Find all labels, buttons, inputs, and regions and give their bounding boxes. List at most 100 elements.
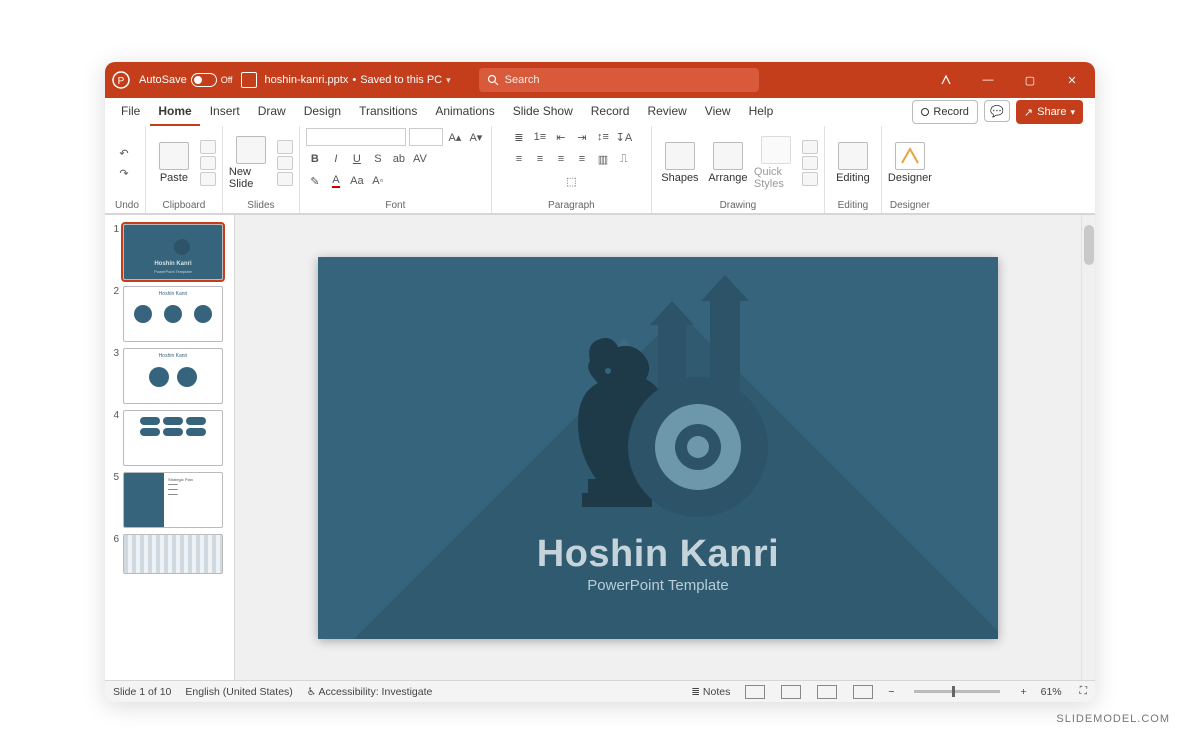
slide-thumbnail-5[interactable]: Strategic Plan━━━━━━━━━━━━ [123, 472, 223, 528]
decrease-font-button[interactable]: A▾ [467, 128, 485, 146]
tab-file[interactable]: File [113, 98, 148, 126]
search-input[interactable] [505, 74, 751, 86]
reset-button[interactable] [277, 156, 293, 170]
bullets-button[interactable]: ≣ [510, 128, 528, 146]
notes-button[interactable]: ≣ Notes [691, 686, 730, 698]
copy-button[interactable] [200, 156, 216, 170]
designer-button[interactable]: Designer [888, 142, 932, 184]
slide-thumbnail-3[interactable]: Hoshin Kanri [123, 348, 223, 404]
reading-view-button[interactable] [817, 685, 837, 699]
scrollbar-thumb[interactable] [1084, 225, 1094, 265]
slide-counter[interactable]: Slide 1 of 10 [113, 686, 171, 698]
tab-draw[interactable]: Draw [250, 98, 294, 126]
thumbnail-row[interactable]: 6 [105, 531, 234, 577]
share-button[interactable]: ↗Share▾ [1016, 100, 1083, 124]
search-box[interactable] [479, 68, 759, 92]
format-painter-button[interactable] [200, 172, 216, 186]
coming-soon-icon[interactable] [929, 62, 963, 98]
slide-canvas-area[interactable]: Hoshin Kanri PowerPoint Template [235, 215, 1081, 680]
shape-outline-button[interactable] [802, 156, 818, 170]
fit-window-button[interactable]: ⛶ [1080, 685, 1087, 698]
tab-record[interactable]: Record [583, 98, 638, 126]
close-button[interactable]: ✕ [1055, 62, 1089, 98]
thumbnail-row[interactable]: 3 Hoshin Kanri [105, 345, 234, 407]
layout-button[interactable] [277, 140, 293, 154]
tab-design[interactable]: Design [296, 98, 349, 126]
sorter-view-button[interactable] [781, 685, 801, 699]
highlight-button[interactable]: ✎ [306, 172, 324, 190]
vertical-scrollbar[interactable] [1081, 215, 1095, 680]
autosave-toggle[interactable]: AutoSave Off [139, 73, 233, 87]
italic-button[interactable]: I [327, 150, 345, 168]
shadow-button[interactable]: ab [390, 150, 408, 168]
thumbnail-row[interactable]: 1 Hoshin Kanri PowerPoint Template [105, 221, 234, 283]
zoom-slider[interactable] [914, 690, 1000, 693]
record-button[interactable]: Record [912, 100, 977, 124]
strikethrough-button[interactable]: S [369, 150, 387, 168]
paste-button[interactable]: Paste [152, 142, 196, 184]
slide-canvas[interactable]: Hoshin Kanri PowerPoint Template [318, 257, 998, 639]
new-slide-button[interactable]: New Slide [229, 136, 273, 190]
clear-format-button[interactable]: A◦ [369, 172, 387, 190]
columns-button[interactable]: ▥ [594, 150, 612, 168]
cut-button[interactable] [200, 140, 216, 154]
minimize-button[interactable]: — [971, 62, 1005, 98]
normal-view-button[interactable] [745, 685, 765, 699]
tab-animations[interactable]: Animations [427, 98, 502, 126]
change-case-button[interactable]: Aa [348, 172, 366, 190]
quick-styles-button[interactable]: Quick Styles [754, 136, 798, 190]
zoom-percent[interactable]: 61% [1041, 686, 1062, 698]
tab-view[interactable]: View [697, 98, 739, 126]
text-direction-button[interactable]: ↧A [615, 128, 633, 146]
redo-button[interactable]: ↷ [115, 164, 133, 182]
shape-fill-button[interactable] [802, 140, 818, 154]
increase-indent-button[interactable]: ⇥ [573, 128, 591, 146]
convert-smartart-button[interactable]: ⬚ [562, 172, 580, 190]
align-center-button[interactable]: ≡ [531, 150, 549, 168]
section-button[interactable] [277, 172, 293, 186]
tab-slideshow[interactable]: Slide Show [505, 98, 581, 126]
font-size-select[interactable] [409, 128, 443, 146]
undo-button[interactable]: ↶ [115, 144, 133, 162]
comments-button[interactable]: 💬 [984, 100, 1010, 122]
document-title[interactable]: hoshin-kanri.pptx • Saved to this PC ▾ [265, 74, 451, 86]
thumbnail-row[interactable]: 5 Strategic Plan━━━━━━━━━━━━ [105, 469, 234, 531]
bold-button[interactable]: B [306, 150, 324, 168]
slide-thumbnail-panel[interactable]: 1 Hoshin Kanri PowerPoint Template 2 Hos… [105, 215, 235, 680]
font-color-button[interactable]: A [327, 172, 345, 190]
zoom-out-button[interactable]: − [888, 686, 894, 698]
decrease-indent-button[interactable]: ⇤ [552, 128, 570, 146]
shape-effects-button[interactable] [802, 172, 818, 186]
align-text-button[interactable]: ⎍ [615, 150, 633, 168]
editing-button[interactable]: Editing [831, 142, 875, 184]
zoom-knob[interactable] [952, 686, 955, 697]
tab-insert[interactable]: Insert [202, 98, 248, 126]
font-family-select[interactable] [306, 128, 406, 146]
line-spacing-button[interactable]: ↕≡ [594, 128, 612, 146]
tab-transitions[interactable]: Transitions [351, 98, 425, 126]
tab-review[interactable]: Review [639, 98, 694, 126]
zoom-in-button[interactable]: + [1020, 686, 1026, 698]
maximize-button[interactable]: ▢ [1013, 62, 1047, 98]
align-right-button[interactable]: ≡ [552, 150, 570, 168]
increase-font-button[interactable]: A▴ [446, 128, 464, 146]
slide-thumbnail-2[interactable]: Hoshin Kanri [123, 286, 223, 342]
slideshow-view-button[interactable] [853, 685, 873, 699]
underline-button[interactable]: U [348, 150, 366, 168]
align-left-button[interactable]: ≡ [510, 150, 528, 168]
thumbnail-row[interactable]: 4 [105, 407, 234, 469]
slide-thumbnail-6[interactable] [123, 534, 223, 574]
slide-thumbnail-1[interactable]: Hoshin Kanri PowerPoint Template [123, 224, 223, 280]
accessibility-status[interactable]: ♿︎ Accessibility: Investigate [307, 686, 433, 698]
justify-button[interactable]: ≡ [573, 150, 591, 168]
spacing-button[interactable]: AV [411, 150, 429, 168]
save-icon[interactable] [241, 72, 257, 88]
arrange-button[interactable]: Arrange [706, 142, 750, 184]
tab-home[interactable]: Home [150, 98, 199, 126]
language-status[interactable]: English (United States) [185, 686, 292, 698]
shapes-button[interactable]: Shapes [658, 142, 702, 184]
slide-thumbnail-4[interactable] [123, 410, 223, 466]
tab-help[interactable]: Help [741, 98, 782, 126]
numbering-button[interactable]: 1≡ [531, 128, 549, 146]
thumbnail-row[interactable]: 2 Hoshin Kanri [105, 283, 234, 345]
